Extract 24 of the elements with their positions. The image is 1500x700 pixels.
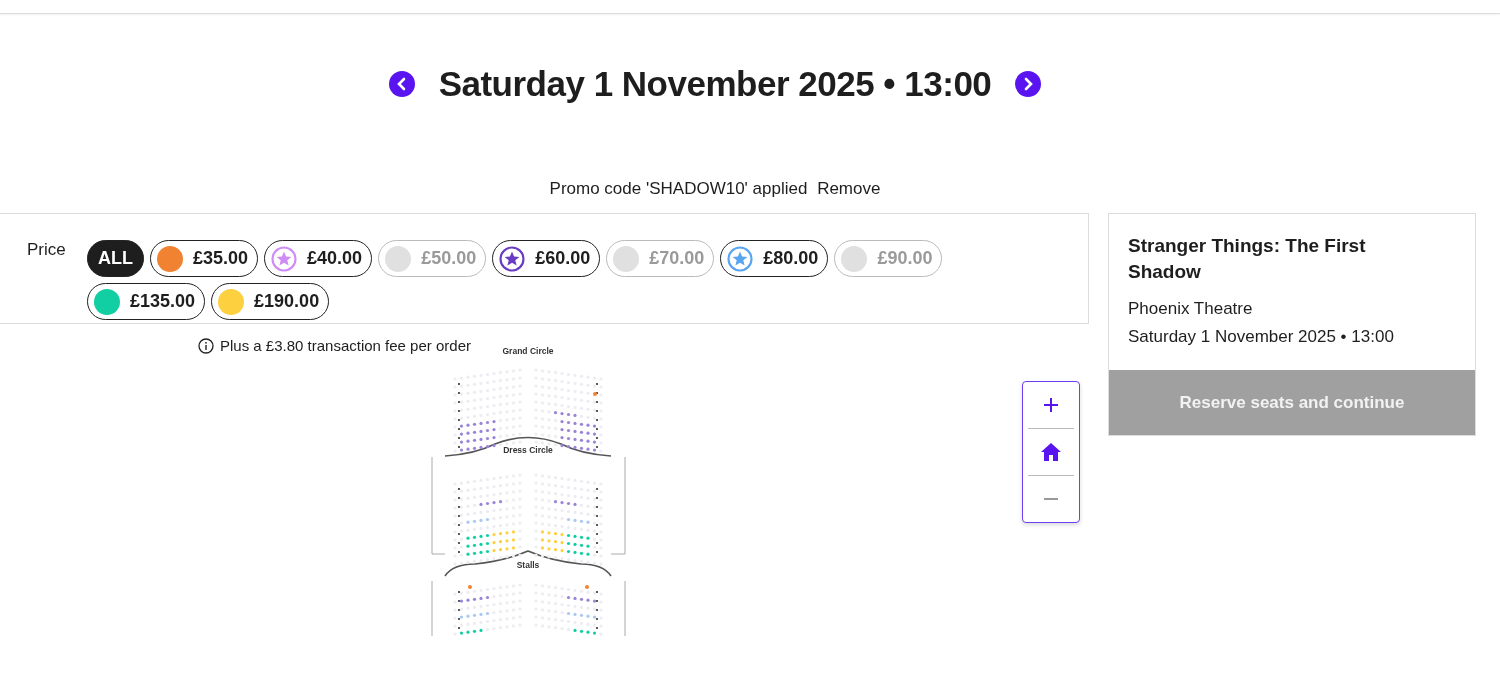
- seating-section-label: Stalls: [516, 560, 540, 570]
- transaction-fee-note: Plus a £3.80 transaction fee per order: [220, 337, 471, 354]
- show-title: Stranger Things: The First Shadow: [1128, 234, 1367, 284]
- plus-icon: [1041, 395, 1061, 415]
- price-label: Price: [27, 240, 67, 261]
- previous-date-button[interactable]: [388, 71, 415, 97]
- price-filter-chip[interactable]: £35.00: [150, 240, 259, 277]
- venue-name: Phoenix Theatre: [1128, 298, 1254, 320]
- price-filter-chip[interactable]: £40.00: [264, 240, 373, 277]
- promo-message: Promo code 'SHADOW10' applied: [549, 179, 808, 198]
- remove-promo-link[interactable]: Remove: [817, 179, 881, 198]
- price-filter-chip[interactable]: £190.00: [211, 283, 330, 320]
- price-filter-chip[interactable]: ALL: [87, 240, 144, 277]
- info-icon: [198, 337, 214, 354]
- seating-section-label: Dress Circle: [503, 445, 553, 455]
- price-filter-chip[interactable]: £135.00: [87, 283, 206, 320]
- performance-datetime: Saturday 1 November 2025 • 13:00: [1128, 326, 1395, 348]
- home-icon: [1040, 441, 1062, 463]
- price-filter-chip[interactable]: £60.00: [492, 240, 601, 277]
- seating-section-label: Grand Circle: [502, 346, 554, 356]
- next-date-button[interactable]: [1015, 71, 1042, 97]
- minus-icon: [1044, 498, 1058, 500]
- price-filter-chip[interactable]: £80.00: [720, 240, 829, 277]
- performance-date-title: Saturday 1 November 2025 • 13:00: [438, 64, 992, 104]
